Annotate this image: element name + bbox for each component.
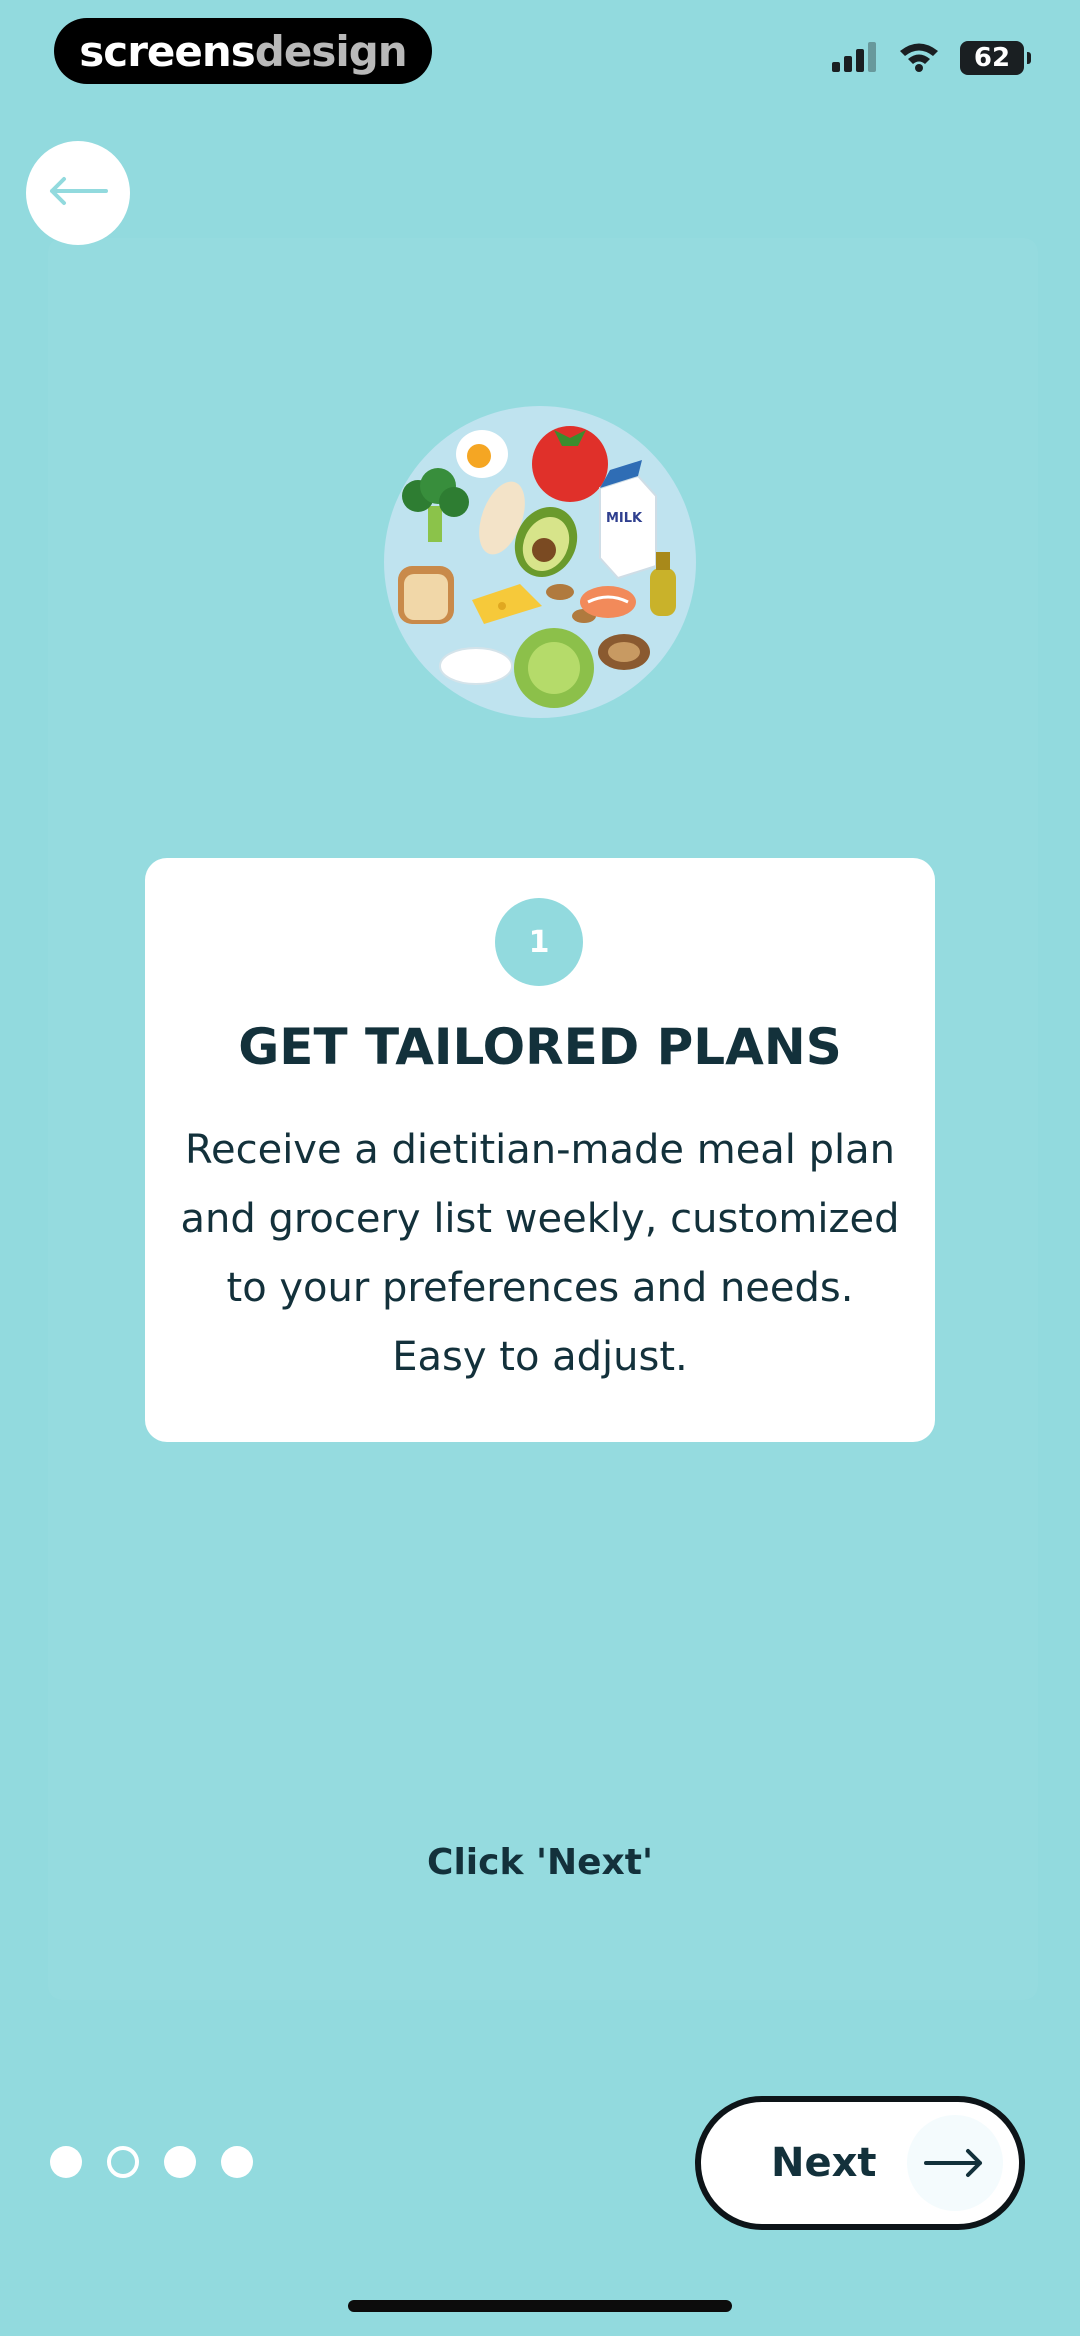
signal-icon bbox=[832, 40, 878, 76]
screensdesign-watermark: screens design bbox=[54, 18, 432, 84]
card-description: Receive a dietitian-made meal plan and g… bbox=[180, 1127, 900, 1380]
back-button[interactable] bbox=[26, 141, 130, 245]
pagination-dots bbox=[50, 2146, 253, 2178]
page-dot[interactable] bbox=[50, 2146, 82, 2178]
step-number: 1 bbox=[528, 924, 550, 960]
wifi-icon bbox=[898, 40, 940, 76]
brand-part-2: design bbox=[254, 26, 408, 76]
arrow-right-icon bbox=[906, 2115, 1003, 2211]
arrow-left-icon bbox=[48, 176, 108, 210]
milk-label: MILK bbox=[606, 511, 643, 526]
step-badge: 1 bbox=[495, 898, 583, 986]
page-dot-active[interactable] bbox=[107, 2146, 139, 2178]
next-button-label: Next bbox=[771, 2140, 877, 2186]
brand-part-1: screens bbox=[79, 26, 255, 76]
battery-icon: 62 bbox=[960, 41, 1031, 75]
status-icons: 62 bbox=[832, 38, 1031, 78]
home-indicator bbox=[348, 2300, 732, 2312]
page-dot[interactable] bbox=[164, 2146, 196, 2178]
card-title: GET TAILORED PLANS bbox=[238, 1018, 842, 1076]
food-plate-illustration: MILK bbox=[384, 406, 696, 718]
info-card: 1 GET TAILORED PLANS Receive a dietitian… bbox=[145, 858, 935, 1442]
page-dot[interactable] bbox=[221, 2146, 253, 2178]
instruction-hint: Click 'Next' bbox=[427, 1842, 653, 1883]
battery-level: 62 bbox=[973, 43, 1011, 73]
next-button[interactable]: Next bbox=[695, 2096, 1025, 2230]
